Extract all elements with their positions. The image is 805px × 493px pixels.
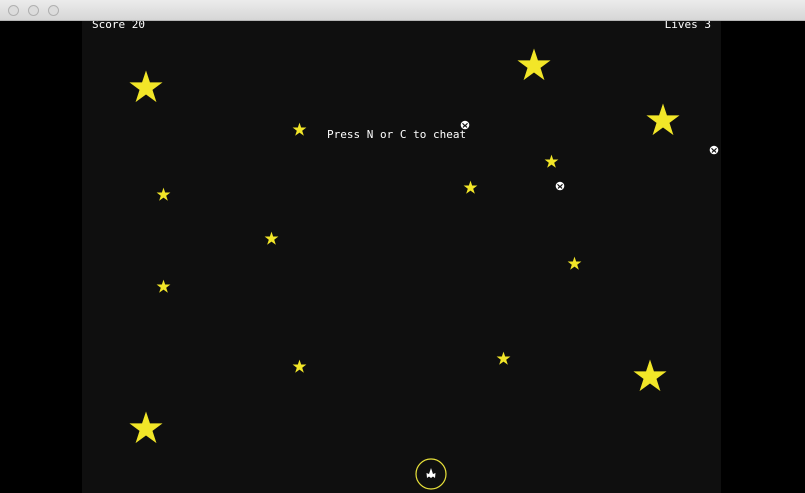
- player-ship-icon[interactable]: [415, 458, 447, 490]
- game-canvas[interactable]: Score 20 Lives 3 Press N or C to cheat: [82, 21, 721, 493]
- star-icon: [633, 359, 667, 392]
- close-window-button[interactable]: [8, 5, 19, 16]
- star-icon: [129, 70, 163, 103]
- star-icon: [156, 279, 171, 293]
- star-icon: [496, 351, 511, 365]
- star-icon: [646, 103, 680, 136]
- window-titlebar: [0, 0, 805, 21]
- cheat-hint-text: Press N or C to cheat: [327, 128, 467, 141]
- enemy-icon: [555, 181, 565, 191]
- game-window: Score 20 Lives 3 Press N or C to cheat: [0, 0, 805, 493]
- minimize-window-button[interactable]: [28, 5, 39, 16]
- star-icon: [292, 359, 307, 373]
- star-icon: [129, 411, 163, 444]
- star-icon: [292, 122, 307, 136]
- maximize-window-button[interactable]: [48, 5, 59, 16]
- star-icon: [567, 256, 582, 270]
- enemy-icon: [460, 120, 470, 130]
- left-letterbox: [0, 21, 82, 493]
- star-icon: [264, 231, 279, 245]
- star-icon: [156, 187, 171, 201]
- lives-label: Lives 3: [664, 21, 711, 31]
- star-icon: [517, 48, 551, 81]
- enemy-icon: [709, 145, 719, 155]
- star-icon: [463, 180, 478, 194]
- score-label: Score 20: [92, 21, 145, 31]
- right-letterbox: [721, 21, 805, 493]
- star-icon: [544, 154, 559, 168]
